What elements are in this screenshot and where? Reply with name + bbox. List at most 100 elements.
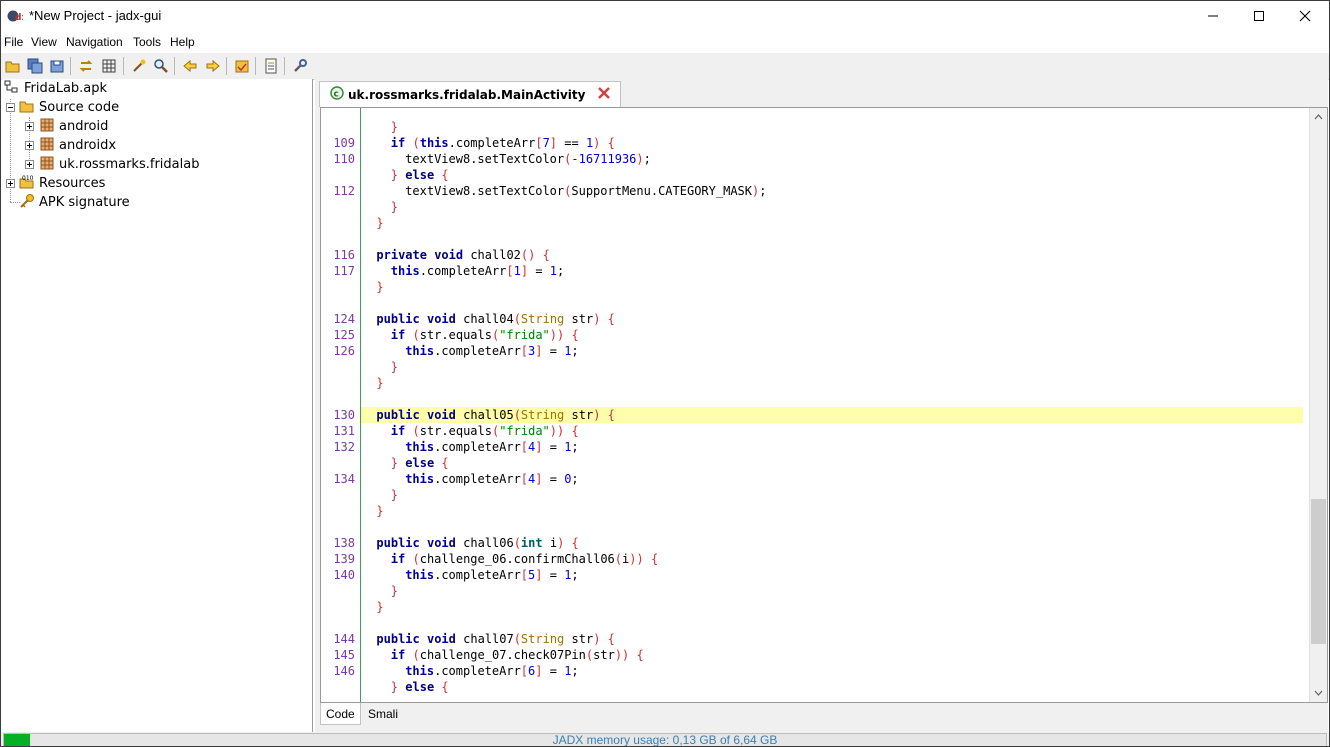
minimize-icon: [1208, 15, 1218, 17]
tab-smali[interactable]: Smali: [363, 703, 403, 724]
package-label: uk.rossmarks.fridalab: [59, 157, 200, 172]
flatten-packages-button[interactable]: [99, 56, 119, 76]
code-line: }: [390, 584, 399, 598]
key-icon: [19, 193, 35, 213]
tab-mainactivity[interactable]: c uk.rossmarks.fridalab.MainActivity: [319, 81, 621, 107]
sync-tree-button[interactable]: [76, 56, 96, 76]
line-number: 112: [333, 184, 355, 198]
line-number: 124: [333, 312, 355, 326]
code-line: this.completeArr[6] = 1;: [405, 664, 579, 678]
line-number: 132: [333, 440, 355, 454]
tree-source-code[interactable]: Source code: [19, 98, 119, 117]
minimize-button[interactable]: [1190, 1, 1236, 31]
open-file-button[interactable]: [3, 56, 23, 76]
open-folder-icon: [5, 61, 20, 73]
arrow-left-icon: [183, 59, 197, 73]
window-title: *New Project - jadx-gui: [29, 8, 162, 23]
code-line: } else {: [390, 168, 449, 182]
apk-tree-icon: [4, 79, 20, 99]
toolbar-separator: [123, 57, 124, 75]
forward-button[interactable]: [203, 56, 223, 76]
class-search-button[interactable]: [151, 56, 171, 76]
status-bar: JADX memory usage: 0,13 GB of 6,64 GB: [1, 732, 1329, 746]
deobfuscation-icon: [235, 60, 249, 73]
line-number: 125: [333, 328, 355, 342]
tree-root-apk[interactable]: FridaLab.apk: [4, 79, 107, 98]
apk-signature-label: APK signature: [39, 195, 130, 210]
code-line: }: [376, 600, 384, 614]
export-button[interactable]: [47, 56, 67, 76]
grid-icon: [102, 59, 116, 73]
package-label: android: [59, 119, 109, 134]
tree-package-android[interactable]: android: [39, 117, 108, 136]
tree-package-androidx[interactable]: androidx: [39, 136, 116, 155]
menu-tools[interactable]: Tools: [133, 35, 161, 49]
log-icon: [265, 58, 277, 74]
code-vertical-scrollbar[interactable]: [1309, 108, 1327, 702]
line-number: 109: [333, 136, 355, 150]
title-bar: dx *New Project - jadx-gui: [1, 1, 1329, 31]
line-number: 144: [333, 632, 355, 646]
source-code-expander[interactable]: [6, 103, 15, 112]
code-line: if (challenge_07.check07Pin(str)) {: [390, 648, 644, 662]
log-viewer-button[interactable]: [261, 56, 281, 76]
back-button[interactable]: [180, 56, 200, 76]
package-expander[interactable]: [25, 122, 34, 131]
resources-label: Resources: [39, 176, 106, 191]
code-line: }: [390, 360, 399, 374]
menu-navigation[interactable]: Navigation: [66, 35, 123, 49]
toolbar: [1, 53, 1329, 80]
package-icon: [39, 136, 55, 156]
line-number: 140: [333, 568, 355, 582]
code-line: textView8.setTextColor(-16711936);: [405, 152, 651, 166]
code-area[interactable]: 109 110 112 116 117 124 125 126 130 131 …: [320, 107, 1328, 703]
svg-text:010: 010: [22, 175, 34, 182]
code-line: }: [390, 120, 399, 134]
tree-package-fridalab[interactable]: uk.rossmarks.fridalab: [39, 155, 199, 174]
close-icon: [1299, 10, 1311, 22]
toolbar-separator: [284, 57, 285, 75]
line-number: 146: [333, 664, 355, 678]
source-code-label: Source code: [39, 100, 120, 115]
tree-resources[interactable]: 010 Resources: [19, 174, 105, 193]
tab-code[interactable]: Code: [320, 703, 361, 725]
wrench-icon: [294, 59, 307, 72]
maximize-button[interactable]: [1236, 1, 1282, 31]
line-number: 117: [333, 264, 355, 278]
search-icon: [154, 59, 168, 73]
code-line: if (this.completeArr[7] == 1) {: [390, 136, 615, 150]
scroll-down-icon[interactable]: [1310, 685, 1327, 702]
code-line: }: [376, 216, 384, 230]
close-button[interactable]: [1282, 1, 1328, 31]
code-line: }: [376, 376, 384, 390]
package-icon: [39, 117, 55, 137]
package-expander[interactable]: [25, 141, 34, 150]
line-number: 134: [333, 472, 355, 486]
code-line: }: [390, 488, 399, 502]
open-folder-icon: [19, 98, 35, 118]
menu-view[interactable]: View: [31, 35, 57, 49]
tree-apk-signature[interactable]: APK signature: [19, 193, 130, 212]
scroll-up-icon[interactable]: [1310, 108, 1327, 125]
memory-usage-text: JADX memory usage: 0,13 GB of 6,64 GB: [552, 733, 778, 747]
maximize-icon: [1254, 11, 1264, 21]
code-line: private void chall02() {: [376, 248, 550, 262]
code-line: } else {: [390, 680, 449, 694]
resources-folder-icon: 010: [19, 174, 35, 194]
text-search-button[interactable]: [129, 56, 149, 76]
package-label: androidx: [59, 138, 117, 153]
menu-file[interactable]: File: [4, 35, 23, 49]
code-line: public void chall05(String str) {: [376, 408, 615, 422]
toolbar-separator: [226, 57, 227, 75]
tree-root-label: FridaLab.apk: [24, 81, 108, 96]
line-number: 116: [333, 248, 355, 262]
close-tab-icon[interactable]: [597, 86, 611, 103]
code-line: public void chall06(int i) {: [376, 536, 579, 550]
package-expander[interactable]: [25, 160, 34, 169]
deobfuscation-button[interactable]: [232, 56, 252, 76]
scrollbar-thumb[interactable]: [1311, 499, 1326, 644]
preferences-button[interactable]: [290, 56, 310, 76]
resources-expander[interactable]: [6, 179, 15, 188]
save-all-button[interactable]: [25, 56, 45, 76]
menu-help[interactable]: Help: [170, 35, 195, 49]
